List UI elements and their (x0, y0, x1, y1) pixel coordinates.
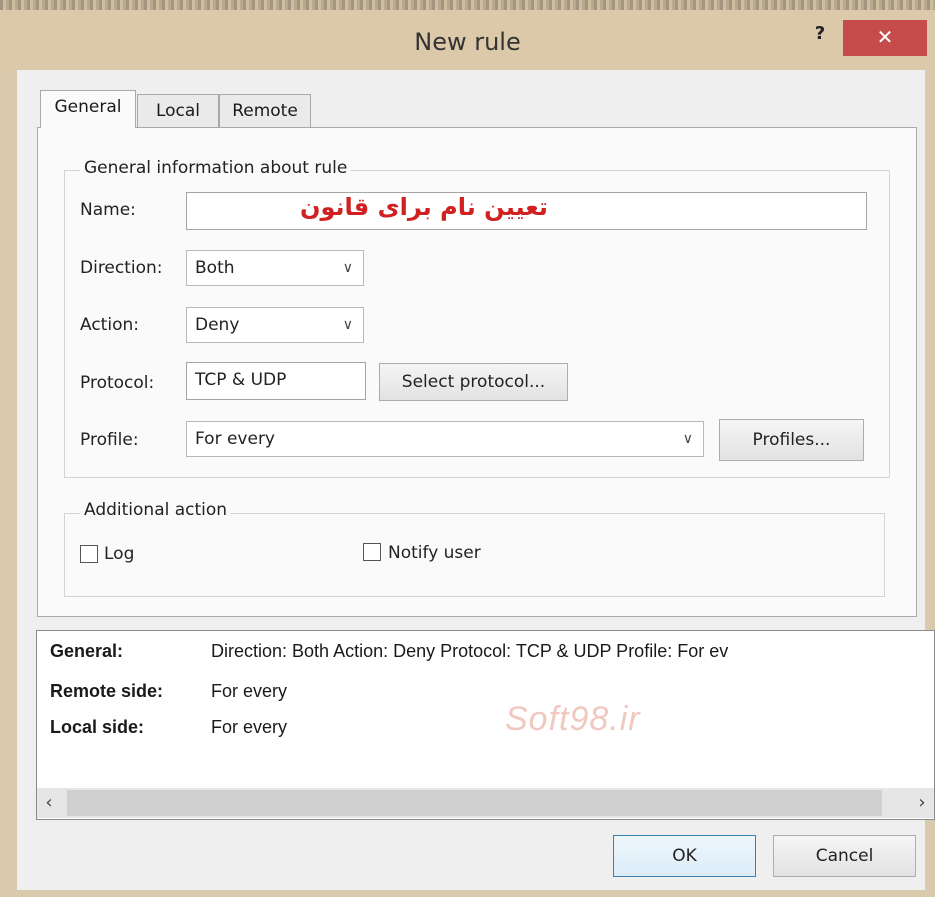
summary-local-key: Local side: (50, 717, 145, 737)
notify-user-checkbox[interactable] (363, 543, 381, 561)
watermark-logo: Soft98.ir (505, 700, 641, 738)
help-button[interactable]: ? (796, 20, 844, 50)
action-value: Deny (195, 315, 240, 335)
summary-remote-key: Remote side: (50, 681, 164, 701)
select-protocol-button[interactable]: Select protocol... (379, 363, 568, 401)
chevron-down-icon: ∨ (682, 431, 693, 447)
action-label: Action: (80, 315, 139, 335)
protocol-input[interactable]: TCP & UDP (186, 362, 366, 400)
chevron-down-icon: ∨ (342, 260, 353, 276)
profile-label: Profile: (80, 430, 139, 450)
cancel-button[interactable]: Cancel (773, 835, 916, 877)
tab-remote[interactable]: Remote (219, 94, 311, 128)
notify-user-label: Notify user (388, 543, 481, 563)
close-button[interactable]: ✕ (843, 20, 927, 56)
title-bar: New rule ? ✕ (0, 10, 935, 70)
chevron-down-icon: ∨ (342, 317, 353, 333)
additional-action-group-title: Additional action (80, 500, 232, 520)
summary-general-key: General: (50, 641, 124, 661)
tab-general[interactable]: General (40, 90, 136, 128)
tab-label: Remote (232, 101, 298, 121)
close-icon: ✕ (876, 25, 894, 49)
profiles-button[interactable]: Profiles... (719, 419, 864, 461)
direction-select[interactable]: Both ∨ (186, 250, 364, 286)
background-strip (0, 0, 935, 10)
direction-value: Both (195, 258, 235, 278)
summary-horizontal-scrollbar[interactable]: ‹ › (37, 788, 934, 818)
scrollbar-thumb[interactable] (67, 790, 882, 816)
new-rule-dialog: New rule ? ✕ General Local Remote Genera… (0, 0, 935, 897)
name-hint-annotation: تعیین نام برای قانون (300, 193, 548, 221)
protocol-label: Protocol: (80, 373, 155, 393)
tab-label: Local (155, 101, 201, 121)
direction-label: Direction: (80, 258, 163, 278)
dialog-title: New rule (414, 28, 521, 56)
summary-local-value: For every (211, 717, 288, 737)
tab-local[interactable]: Local (137, 94, 219, 128)
general-info-group-title: General information about rule (80, 158, 352, 178)
log-label: Log (104, 544, 135, 564)
arrow-left-icon[interactable]: ‹ (37, 790, 61, 816)
summary-remote-value: For every (211, 681, 288, 701)
log-checkbox[interactable] (80, 545, 98, 563)
ok-button[interactable]: OK (613, 835, 756, 877)
arrow-right-icon[interactable]: › (910, 790, 934, 816)
tab-label: General (54, 97, 122, 117)
profile-select[interactable]: For every ∨ (186, 421, 704, 457)
summary-general-value: Direction: Both Action: Deny Protocol: T… (211, 641, 729, 661)
action-select[interactable]: Deny ∨ (186, 307, 364, 343)
name-label: Name: (80, 200, 136, 220)
profile-value: For every (195, 429, 275, 449)
